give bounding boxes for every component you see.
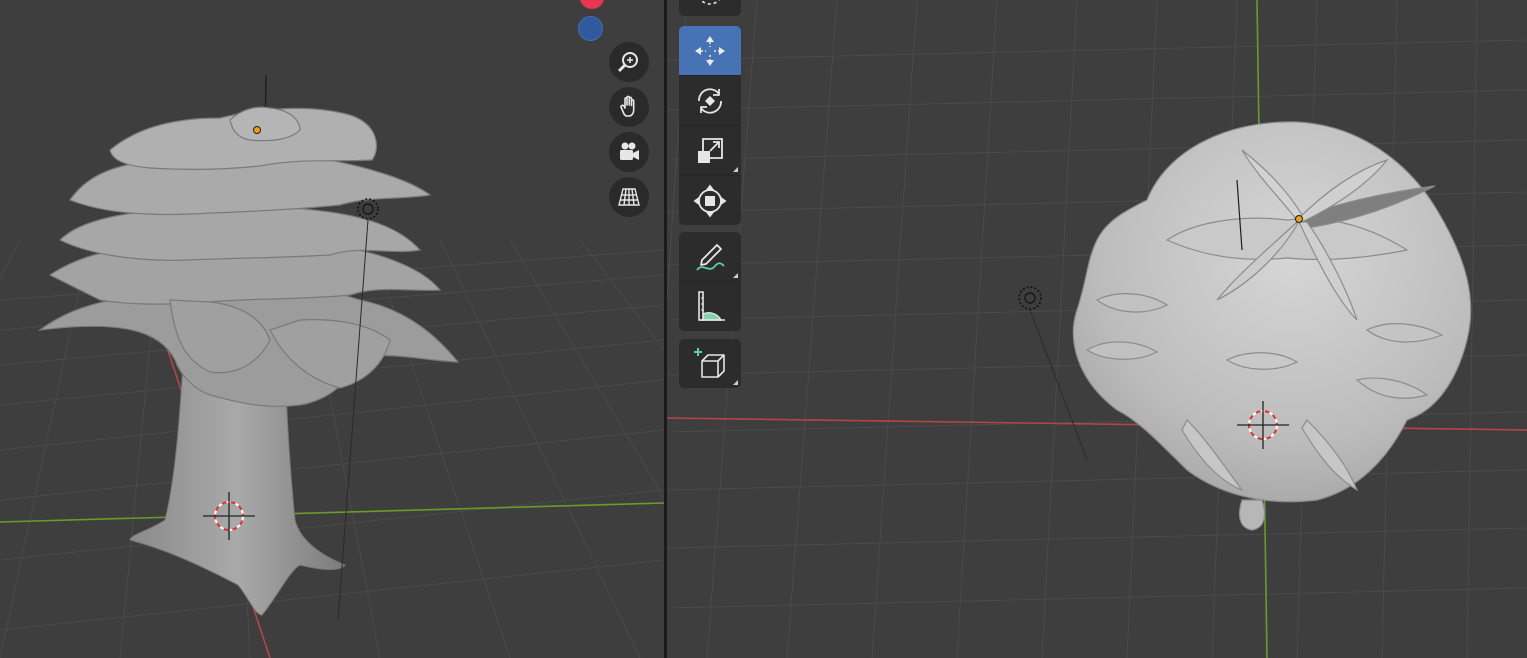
viewport-right-scene (667, 0, 1527, 658)
y-axis-line (0, 502, 664, 523)
tool-group-transform (679, 26, 741, 225)
select-tool[interactable] (679, 0, 741, 16)
measure-tool[interactable] (679, 282, 741, 331)
gizmo-z-axis-icon[interactable] (578, 16, 603, 41)
annotate-tool[interactable] (679, 232, 741, 282)
viewport-left-scene (0, 74, 664, 658)
scale-icon (698, 137, 723, 163)
move-tool[interactable] (679, 26, 741, 76)
rotate-tool[interactable] (679, 76, 741, 126)
origin-dot (1295, 215, 1303, 223)
select-circle-icon (700, 0, 720, 5)
blender-workspace (0, 0, 1527, 658)
add-cube-tool[interactable] (679, 339, 741, 388)
origin-dot (253, 126, 261, 134)
tree-foliage (37, 106, 460, 407)
flower-model (1072, 121, 1472, 531)
ruler-protractor-icon (698, 290, 725, 321)
camera-view-button[interactable] (609, 132, 649, 172)
cube-plus-icon (694, 347, 725, 378)
perspective-toggle-icon (618, 188, 640, 206)
submenu-indicator (733, 273, 738, 278)
viewport-right[interactable] (667, 0, 1527, 658)
tool-group-top-partial (679, 0, 741, 16)
perspective-toggle-button[interactable] (609, 177, 649, 217)
pan-view-button[interactable] (609, 87, 649, 127)
transform-tool[interactable] (679, 176, 741, 225)
tool-group-add (679, 339, 741, 388)
tool-group-annotate (679, 232, 741, 331)
pencil-icon (696, 243, 725, 271)
submenu-indicator (733, 380, 738, 385)
submenu-indicator (733, 167, 738, 172)
camera-view-icon (620, 142, 639, 160)
rotate-icon (698, 87, 722, 114)
viewport-left[interactable] (0, 0, 664, 658)
zoom-view-icon (617, 52, 638, 73)
scale-tool[interactable] (679, 126, 741, 176)
zoom-view-button[interactable] (609, 42, 649, 82)
pan-view-icon (620, 95, 635, 117)
transform-icon (693, 184, 727, 217)
move-arrows-icon (695, 35, 725, 66)
